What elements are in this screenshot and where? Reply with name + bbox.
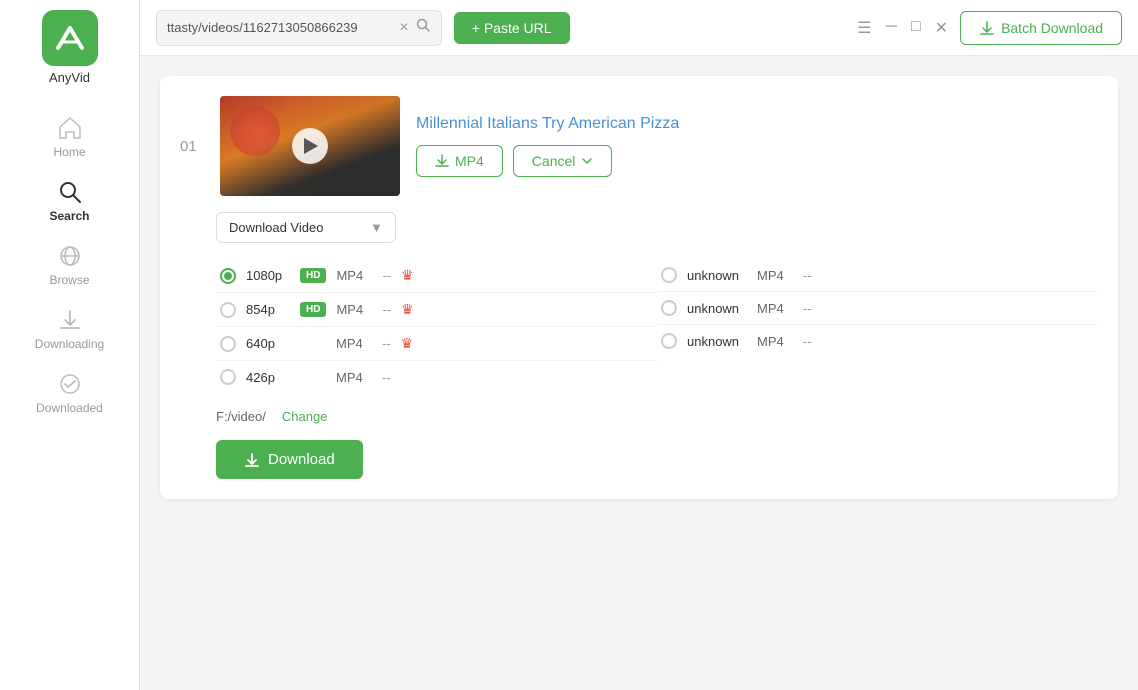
sidebar-item-downloaded-label: Downloaded: [36, 401, 103, 415]
batch-download-button[interactable]: Batch Download: [960, 11, 1122, 45]
search-icon: [415, 17, 431, 38]
download-label: Download: [268, 451, 335, 468]
paste-url-button[interactable]: + Paste URL: [454, 12, 570, 44]
change-button[interactable]: Change: [282, 409, 328, 424]
app-logo: [42, 10, 98, 66]
dash-unknown1: --: [803, 268, 812, 283]
quality-row-640p[interactable]: 640p MP4 -- ♛: [216, 327, 657, 361]
save-path: F:/video/: [216, 409, 266, 424]
titlebar: ttasty/videos/1162713050866239 × + Paste…: [140, 0, 1138, 56]
app-name: AnyVid: [49, 70, 90, 85]
res-unknown1: unknown: [687, 268, 747, 283]
video-card: 01 Millennial Italians Try American Pizz…: [160, 76, 1118, 499]
video-header: 01 Millennial Italians Try American Pizz…: [180, 96, 1098, 196]
hd-badge-854p: HD: [300, 302, 326, 317]
radio-1080p[interactable]: [220, 268, 236, 284]
res-426p: 426p: [246, 370, 290, 385]
res-1080p: 1080p: [246, 268, 290, 283]
radio-unknown3[interactable]: [661, 333, 677, 349]
res-unknown2: unknown: [687, 301, 747, 316]
sidebar-item-home-label: Home: [53, 145, 85, 159]
quality-row-unknown3[interactable]: unknown MP4 --: [657, 325, 1098, 357]
video-info: Millennial Italians Try American Pizza M…: [416, 115, 1098, 177]
sidebar: AnyVid Home Search Browse Downloading: [0, 0, 140, 690]
minimize-button[interactable]: ─: [886, 18, 897, 38]
hd-badge-1080p: HD: [300, 268, 326, 283]
url-clear-button[interactable]: ×: [399, 20, 408, 36]
cancel-button[interactable]: Cancel: [513, 145, 613, 177]
sidebar-item-browse-label: Browse: [49, 273, 89, 287]
dash-unknown2: --: [803, 301, 812, 316]
maximize-button[interactable]: □: [911, 18, 921, 38]
format-854p: MP4: [336, 302, 372, 317]
sidebar-item-downloading-label: Downloading: [35, 337, 104, 351]
radio-426p[interactable]: [220, 369, 236, 385]
video-thumbnail[interactable]: [220, 96, 400, 196]
format-426p: MP4: [336, 370, 372, 385]
dash-unknown3: --: [803, 334, 812, 349]
download-type-select[interactable]: Download Video ▼: [216, 212, 396, 243]
radio-854p[interactable]: [220, 302, 236, 318]
dash-426p: --: [382, 370, 391, 385]
menu-button[interactable]: ☰: [857, 18, 871, 38]
format-640p: MP4: [336, 336, 372, 351]
format-unknown3: MP4: [757, 334, 793, 349]
close-button[interactable]: ✕: [935, 18, 948, 38]
play-button[interactable]: [292, 128, 328, 164]
res-854p: 854p: [246, 302, 290, 317]
radio-unknown1[interactable]: [661, 267, 677, 283]
crown-icon-854p: ♛: [401, 301, 414, 318]
quality-row-unknown1[interactable]: unknown MP4 --: [657, 259, 1098, 292]
content-area: 01 Millennial Italians Try American Pizz…: [140, 56, 1138, 690]
download-type-label: Download Video: [229, 220, 323, 235]
main-area: ttasty/videos/1162713050866239 × + Paste…: [140, 0, 1138, 690]
sidebar-item-browse[interactable]: Browse: [0, 233, 139, 297]
mp4-label: MP4: [455, 153, 484, 169]
res-unknown3: unknown: [687, 334, 747, 349]
quality-section: Download Video ▼ 1080p HD MP4 -- ♛: [216, 212, 1098, 479]
cancel-label: Cancel: [532, 153, 576, 169]
video-title: Millennial Italians Try American Pizza: [416, 115, 1098, 133]
quality-row-426p[interactable]: 426p MP4 --: [216, 361, 657, 393]
format-1080p: MP4: [336, 268, 372, 283]
footer-row: F:/video/ Change: [216, 409, 1098, 424]
url-bar: ttasty/videos/1162713050866239 ×: [156, 10, 442, 46]
mp4-button[interactable]: MP4: [416, 145, 503, 177]
batch-download-label: Batch Download: [1001, 20, 1103, 36]
quality-row-unknown2[interactable]: unknown MP4 --: [657, 292, 1098, 325]
sidebar-item-search-label: Search: [49, 209, 89, 223]
format-unknown1: MP4: [757, 268, 793, 283]
sidebar-item-downloading[interactable]: Downloading: [0, 297, 139, 361]
dash-1080p: --: [382, 268, 391, 283]
quality-grid: 1080p HD MP4 -- ♛ 854p HD MP4 --: [216, 259, 1098, 393]
sidebar-item-downloaded[interactable]: Downloaded: [0, 361, 139, 425]
sidebar-item-search[interactable]: Search: [0, 169, 139, 233]
sidebar-item-home[interactable]: Home: [0, 105, 139, 169]
dash-854p: --: [382, 302, 391, 317]
format-unknown2: MP4: [757, 301, 793, 316]
res-640p: 640p: [246, 336, 290, 351]
dash-640p: --: [382, 336, 391, 351]
radio-640p[interactable]: [220, 336, 236, 352]
download-button[interactable]: Download: [216, 440, 363, 479]
url-text: ttasty/videos/1162713050866239: [167, 20, 393, 35]
window-controls: ☰ ─ □ ✕: [857, 18, 948, 38]
crown-icon-640p: ♛: [401, 335, 414, 352]
video-index: 01: [180, 138, 204, 155]
quality-row-1080p[interactable]: 1080p HD MP4 -- ♛: [216, 259, 657, 293]
quality-row-854p[interactable]: 854p HD MP4 -- ♛: [216, 293, 657, 327]
radio-unknown2[interactable]: [661, 300, 677, 316]
action-buttons: MP4 Cancel: [416, 145, 1098, 177]
select-arrow-icon: ▼: [370, 220, 383, 235]
crown-icon-1080p: ♛: [401, 267, 414, 284]
